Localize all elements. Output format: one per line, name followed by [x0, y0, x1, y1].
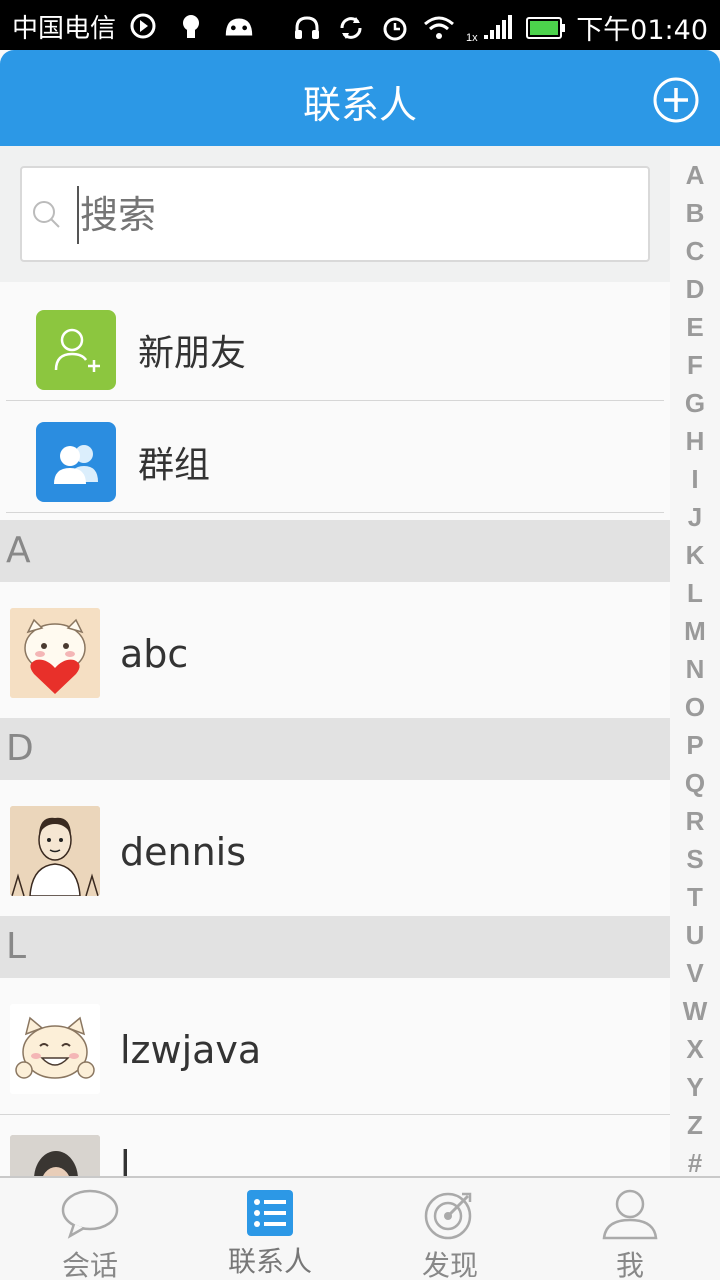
contact-row-partial[interactable]: l [0, 1115, 670, 1176]
section-header-l: L [0, 916, 670, 978]
wifi-icon [422, 11, 456, 45]
text-cursor [77, 186, 79, 244]
alphabet-index-bar[interactable]: A B C D E F G H I J K L M N O P Q R S T U V W X Y Z # [670, 146, 720, 1179]
plus-circle-icon [653, 77, 699, 123]
search-input[interactable] [80, 193, 580, 237]
search-box[interactable] [20, 166, 650, 262]
status-right-icons: 1x 下午01:40 [290, 8, 708, 47]
index-letter[interactable]: V [670, 958, 720, 989]
index-letter[interactable]: C [670, 236, 720, 267]
index-letter[interactable]: H [670, 426, 720, 457]
android-icon [222, 9, 256, 43]
index-letter[interactable]: Q [670, 768, 720, 799]
avatar [10, 1004, 100, 1094]
search-area [0, 146, 670, 282]
contact-list-icon [247, 1190, 293, 1236]
index-letter[interactable]: P [670, 730, 720, 761]
tab-discover[interactable]: 发现 [360, 1178, 540, 1280]
section-header-d: D [0, 718, 670, 780]
index-letter[interactable]: T [670, 882, 720, 913]
group-icon [36, 422, 116, 502]
divider [6, 400, 664, 401]
index-letter[interactable]: S [670, 844, 720, 875]
app-notification-icon [174, 9, 208, 43]
profile-icon [602, 1189, 658, 1240]
divider [6, 512, 664, 513]
alarm-icon [378, 11, 412, 45]
new-friends-item[interactable]: 新朋友 [0, 290, 670, 402]
index-letter[interactable]: L [670, 578, 720, 609]
add-contact-button[interactable] [652, 76, 700, 124]
index-letter[interactable]: A [670, 160, 720, 191]
index-letter[interactable]: E [670, 312, 720, 343]
avatar [10, 1135, 100, 1176]
svg-text:1x: 1x [466, 32, 478, 43]
index-letter[interactable]: F [670, 350, 720, 381]
index-letter[interactable]: R [670, 806, 720, 837]
play-icon [126, 9, 160, 43]
status-bar: 中国电信 1x 下午01:40 [0, 0, 720, 50]
contact-row-dennis[interactable]: dennis [0, 780, 670, 916]
avatar [10, 608, 100, 698]
tab-label: 发现 [421, 1249, 478, 1280]
cell-signal-icon: 1x [466, 11, 516, 45]
add-friend-icon [36, 310, 116, 390]
contact-name: l [120, 1143, 131, 1176]
avatar [10, 806, 100, 896]
section-letter: L [6, 926, 27, 967]
section-letter: A [6, 530, 31, 571]
tab-contacts[interactable]: 联系人 [180, 1178, 360, 1280]
section-letter: D [6, 728, 34, 769]
index-letter[interactable]: # [670, 1148, 720, 1179]
groups-label: 群组 [138, 445, 211, 486]
index-letter[interactable]: N [670, 654, 720, 685]
contact-row-lzwjava[interactable]: lzwjava [0, 978, 670, 1114]
contact-name: lzwjava [120, 1028, 262, 1072]
groups-item[interactable]: 群组 [0, 402, 670, 514]
index-letter[interactable]: Z [670, 1110, 720, 1141]
bottom-navigation: 会话 联系人 发现 我 [0, 1176, 720, 1280]
contact-name: dennis [120, 830, 247, 874]
index-letter[interactable]: U [670, 920, 720, 951]
sync-icon [334, 11, 368, 45]
index-letter[interactable]: G [670, 388, 720, 419]
page-title: 联系人 [302, 83, 417, 127]
section-header-a: A [0, 520, 670, 582]
index-letter[interactable]: D [670, 274, 720, 305]
tab-chats[interactable]: 会话 [0, 1178, 180, 1280]
search-icon [33, 201, 60, 228]
index-letter[interactable]: X [670, 1034, 720, 1065]
discover-icon [424, 1192, 472, 1240]
contact-row-abc[interactable]: abc [0, 582, 670, 718]
chat-bubble-icon [61, 1189, 119, 1239]
battery-icon [526, 11, 566, 45]
carrier-label: 中国电信 [12, 14, 117, 44]
status-left-icons [126, 9, 256, 43]
contact-name: abc [120, 632, 189, 676]
index-letter[interactable]: J [670, 502, 720, 533]
headset-icon [290, 11, 324, 45]
index-letter[interactable]: Y [670, 1072, 720, 1103]
tab-label: 联系人 [227, 1245, 312, 1278]
index-letter[interactable]: K [670, 540, 720, 571]
tab-me[interactable]: 我 [540, 1178, 720, 1280]
tab-label: 我 [615, 1249, 644, 1280]
new-friends-label: 新朋友 [138, 333, 247, 374]
index-letter[interactable]: I [670, 464, 720, 495]
clock-label: 下午01:40 [576, 15, 708, 46]
index-letter[interactable]: O [670, 692, 720, 723]
tab-label: 会话 [61, 1249, 118, 1280]
index-letter[interactable]: M [670, 616, 720, 647]
index-letter[interactable]: W [670, 996, 720, 1027]
index-letter[interactable]: B [670, 198, 720, 229]
app-header: 联系人 [0, 50, 720, 146]
